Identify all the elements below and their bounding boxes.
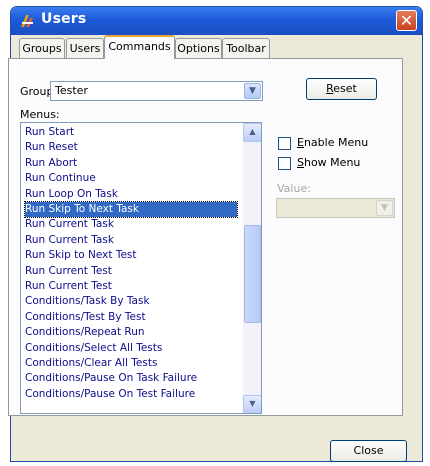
list-item[interactable]: Run Current Test (25, 264, 237, 279)
enable-menu-text: nable Menu (303, 136, 369, 149)
list-item[interactable]: Run Current Test (25, 279, 237, 294)
group-value: Tester (55, 84, 88, 97)
chevron-down-icon: ▼ (376, 200, 393, 216)
enable-menu-label[interactable]: Enable Menu (297, 136, 368, 149)
vertical-scrollbar[interactable]: ▲ ▼ (243, 123, 261, 413)
tab-groups[interactable]: Groups (19, 38, 65, 58)
list-item[interactable]: Run Skip to Next Test (25, 248, 237, 263)
tab-users[interactable]: Users (66, 38, 104, 58)
window-title: Users (41, 11, 87, 27)
list-item[interactable]: Run Continue (25, 171, 237, 186)
chevron-down-icon[interactable]: ▼ (244, 83, 261, 99)
list-item[interactable]: Conditions/Task By Task (25, 294, 237, 309)
list-item[interactable]: Run Loop On Task (25, 187, 237, 202)
list-item-selected[interactable]: Run Skip To Next Task (24, 200, 238, 219)
scroll-up-icon[interactable]: ▲ (243, 123, 261, 142)
enable-mnemonic: E (297, 136, 304, 149)
tab-commands[interactable]: Commands (104, 35, 175, 59)
group-combo[interactable]: Tester ▼ (50, 81, 263, 101)
scroll-thumb[interactable] (244, 225, 261, 323)
show-menu-text: how Menu (303, 156, 361, 169)
menus-label: Menus: (20, 108, 60, 121)
menus-list[interactable]: Run Start Run Reset Run Abort Run Contin… (20, 122, 262, 414)
list-item[interactable]: Run Current Task (25, 217, 237, 232)
list-item[interactable]: Conditions/Test By Test (25, 310, 237, 325)
list-item[interactable]: Conditions/Select All Tests (25, 341, 237, 356)
reset-button[interactable]: Reset (306, 78, 377, 100)
title-bar[interactable]: Users ✕ (11, 7, 422, 35)
list-item[interactable]: Conditions/Pause On Task Failure (25, 371, 237, 386)
list-item[interactable]: Run Abort (25, 156, 237, 171)
list-item[interactable]: Run Start (25, 125, 237, 140)
show-menu-checkbox[interactable] (278, 157, 291, 170)
list-item[interactable]: Conditions/Pause On Test Failure (25, 387, 237, 402)
show-mnemonic: S (297, 156, 304, 169)
list-item[interactable]: Conditions/Repeat Run (25, 325, 237, 340)
app-users-icon (21, 15, 33, 27)
list-item[interactable]: Run Current Task (25, 233, 237, 248)
list-item[interactable]: Run Reset (25, 140, 237, 155)
show-menu-label[interactable]: Show Menu (297, 156, 360, 169)
tab-toolbar[interactable]: Toolbar (222, 38, 270, 58)
scroll-down-icon[interactable]: ▼ (243, 395, 261, 413)
reset-label: eset (333, 82, 357, 95)
list-item[interactable]: Conditions/Clear All Tests (25, 356, 237, 371)
value-label: Value: (277, 182, 311, 195)
tab-options[interactable]: Options (175, 38, 222, 58)
enable-menu-checkbox[interactable] (278, 137, 291, 150)
close-button[interactable]: Close (330, 440, 407, 462)
close-icon[interactable]: ✕ (396, 10, 417, 31)
value-combo: ▼ (276, 198, 395, 218)
